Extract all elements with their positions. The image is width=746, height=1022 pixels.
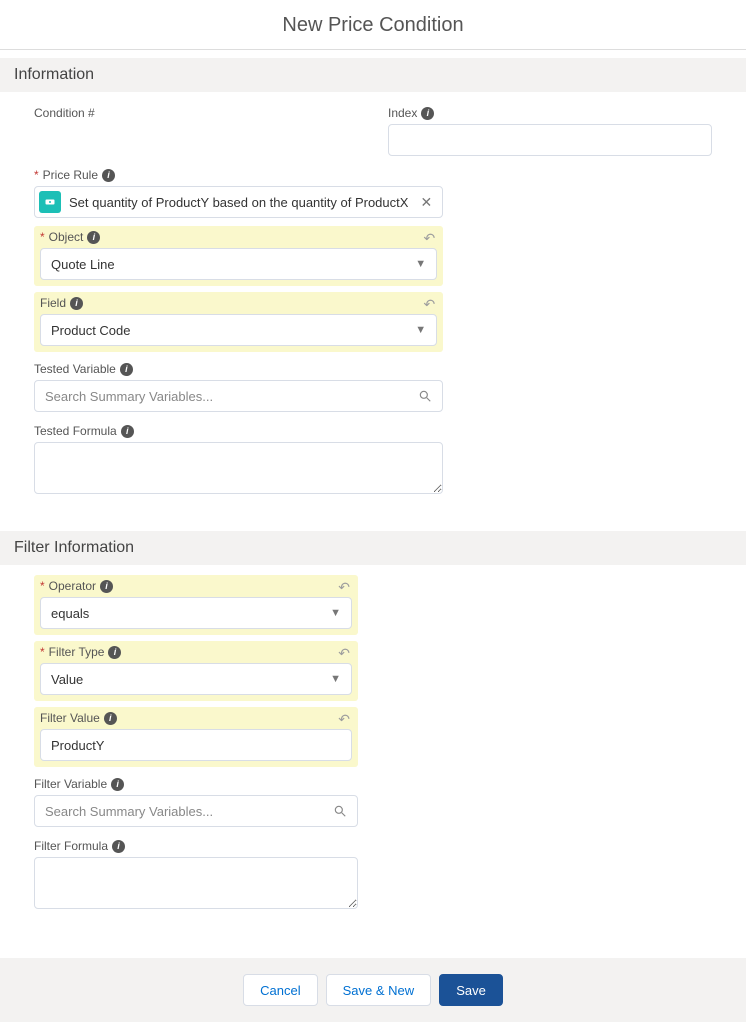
select-object[interactable]: Quote Line ▼ [40,248,437,280]
undo-icon[interactable]: ↶ [338,579,350,596]
lookup-tested-variable-placeholder: Search Summary Variables... [45,389,213,404]
select-filter-type[interactable]: Value ▼ [40,663,352,695]
cancel-button[interactable]: Cancel [243,974,317,1006]
textarea-tested-formula[interactable] [34,442,443,494]
close-icon[interactable]: ✕ [416,194,436,211]
required-marker: * [40,230,45,244]
save-and-new-button[interactable]: Save & New [326,974,432,1006]
label-object: Object [49,230,84,244]
section-header-filter: Filter Information [0,531,746,565]
label-filter-value: Filter Value [40,711,100,725]
undo-icon[interactable]: ↶ [423,230,435,247]
required-marker: * [40,645,45,659]
lookup-price-rule-value: Set quantity of ProductY based on the qu… [69,195,408,210]
label-price-rule: Price Rule [43,168,98,182]
label-tested-formula: Tested Formula [34,424,117,438]
save-button[interactable]: Save [439,974,503,1006]
select-operator[interactable]: equals ▼ [40,597,352,629]
lookup-tested-variable[interactable]: Search Summary Variables... [34,380,443,412]
undo-icon[interactable]: ↶ [423,296,435,313]
select-operator-value: equals [51,606,89,621]
input-index[interactable] [388,124,712,156]
label-field: Field [40,296,66,310]
chevron-down-icon: ▼ [415,258,426,270]
info-icon[interactable]: i [121,425,134,438]
select-field-value: Product Code [51,323,131,338]
required-marker: * [34,168,39,182]
label-filter-formula: Filter Formula [34,839,108,853]
label-index: Index [388,106,417,120]
textarea-filter-formula[interactable] [34,857,358,909]
undo-icon[interactable]: ↶ [338,645,350,662]
input-filter-value[interactable] [40,729,352,761]
info-icon[interactable]: i [104,712,117,725]
select-object-value: Quote Line [51,257,115,272]
info-icon[interactable]: i [102,169,115,182]
required-marker: * [40,579,45,593]
label-filter-variable: Filter Variable [34,777,107,791]
chevron-down-icon: ▼ [415,324,426,336]
info-icon[interactable]: i [120,363,133,376]
info-icon[interactable]: i [111,778,124,791]
info-icon[interactable]: i [421,107,434,120]
select-field[interactable]: Product Code ▼ [40,314,437,346]
info-icon[interactable]: i [112,840,125,853]
label-operator: Operator [49,579,96,593]
info-icon[interactable]: i [108,646,121,659]
lookup-filter-variable-placeholder: Search Summary Variables... [45,804,213,819]
search-icon [418,389,432,403]
footer: Cancel Save & New Save [0,958,746,1022]
label-filter-type: Filter Type [49,645,105,659]
section-header-information: Information [0,58,746,92]
page-title: New Price Condition [0,0,746,50]
search-icon [333,804,347,818]
select-filter-type-value: Value [51,672,83,687]
chevron-down-icon: ▼ [330,607,341,619]
chevron-down-icon: ▼ [330,673,341,685]
undo-icon[interactable]: ↶ [338,711,350,728]
label-condition-number: Condition # [34,106,95,120]
info-icon[interactable]: i [70,297,83,310]
info-icon[interactable]: i [87,231,100,244]
lookup-filter-variable[interactable]: Search Summary Variables... [34,795,358,827]
label-tested-variable: Tested Variable [34,362,116,376]
price-rule-record-icon [39,191,61,213]
lookup-price-rule[interactable]: Set quantity of ProductY based on the qu… [34,186,443,218]
info-icon[interactable]: i [100,580,113,593]
